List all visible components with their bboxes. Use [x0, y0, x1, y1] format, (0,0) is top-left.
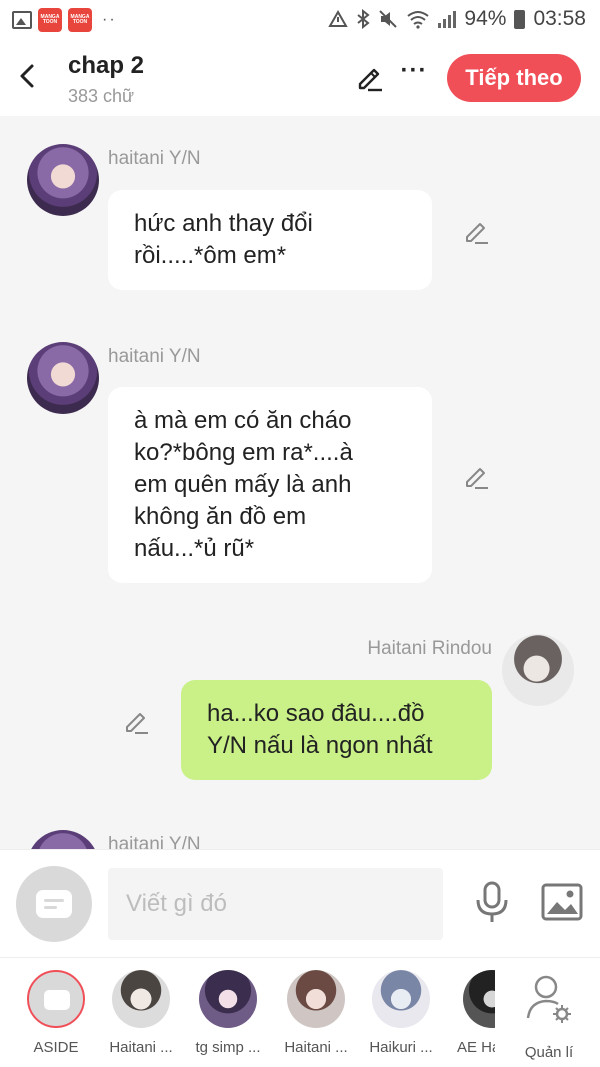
character-item[interactable]: Haitani ...	[273, 970, 359, 1056]
mangatoon-notification-icon: MANGA TOON	[68, 8, 92, 32]
character-avatar	[463, 970, 495, 1028]
microphone-icon[interactable]	[472, 880, 512, 926]
manage-characters-button[interactable]: Quản lí	[506, 970, 592, 1061]
battery-icon	[514, 9, 526, 29]
header: chap 2 383 chữ ··· Tiếp theo	[0, 40, 600, 116]
character-avatar	[199, 970, 257, 1028]
signal-icon	[438, 10, 457, 28]
mute-icon	[379, 10, 398, 28]
back-arrow-icon[interactable]	[18, 62, 38, 90]
message-line: không ăn đồ em	[134, 503, 307, 530]
message-line: ko?*bông em ra*....à	[134, 439, 353, 466]
message-input[interactable]	[108, 868, 443, 940]
avatar[interactable]	[27, 144, 99, 216]
message-line: em quên mấy là anh	[134, 471, 352, 498]
character-label: Haitani ...	[284, 1039, 348, 1056]
aside-avatar	[27, 970, 85, 1028]
status-bar: MANGA TOON MANGA TOON ·· 94% 03:58	[0, 0, 600, 40]
sender-name: haitani Y/N	[108, 834, 201, 849]
mangatoon-notification-icon: MANGA TOON	[38, 8, 62, 32]
message-line: rồi.....*ôm em*	[134, 242, 287, 269]
message-bubble[interactable]: à mà em có ăn cháo ko?*bông em ra*....à …	[108, 387, 432, 583]
composer	[0, 849, 600, 957]
edit-message-icon[interactable]	[122, 707, 150, 735]
word-count: 383 chữ	[68, 86, 135, 106]
wifi-icon	[407, 11, 430, 29]
next-chapter-button[interactable]: Tiếp theo	[447, 54, 581, 102]
character-label: Haitani ...	[109, 1039, 173, 1056]
message-bubble[interactable]: hức anh thay đổi rồi.....*ôm em*	[108, 190, 432, 290]
sender-name: haitani Y/N	[108, 148, 201, 169]
message-bubble[interactable]: ha...ko sao đâu....đồ Y/N nấu là ngon nh…	[181, 680, 492, 780]
character-label: AE Ha	[457, 1039, 495, 1056]
character-avatar	[287, 970, 345, 1028]
message-line: Y/N nấu là ngon nhất	[207, 732, 433, 759]
chat-area[interactable]: haitani Y/N hức anh thay đổi rồi.....*ôm…	[0, 116, 600, 849]
notification-icons: MANGA TOON MANGA TOON ··	[12, 8, 117, 32]
character-item[interactable]: Haitani ...	[98, 970, 184, 1056]
character-label: ASIDE	[33, 1039, 79, 1056]
avatar[interactable]	[27, 342, 99, 414]
chat-bubble-icon	[36, 890, 72, 918]
avatar[interactable]	[502, 634, 574, 706]
more-notifications-icon: ··	[102, 11, 117, 28]
character-item[interactable]: tg simp ...	[185, 970, 271, 1056]
character-label: Haikuri ...	[369, 1039, 433, 1056]
character-aside[interactable]: ASIDE	[13, 970, 99, 1056]
sender-name: haitani Y/N	[108, 346, 201, 367]
character-label: tg simp ...	[195, 1039, 261, 1056]
system-icons: 94% 03:58	[328, 7, 586, 31]
image-icon[interactable]	[540, 882, 584, 922]
avatar[interactable]	[27, 830, 99, 849]
message-line: à mà em có ăn cháo	[134, 407, 352, 434]
edit-message-icon[interactable]	[462, 217, 490, 245]
message-line: hức anh thay đổi	[134, 210, 313, 237]
character-item[interactable]: AE Ha	[443, 970, 495, 1056]
edit-icon[interactable]	[354, 62, 384, 92]
gallery-notification-icon	[12, 11, 32, 29]
battery-percent: 94%	[464, 7, 507, 30]
message-line: nấu...*ủ rũ*	[134, 535, 255, 562]
sender-name: Haitani Rindou	[367, 638, 492, 659]
more-icon[interactable]: ···	[400, 59, 428, 92]
edit-message-icon[interactable]	[462, 462, 490, 490]
character-avatar	[112, 970, 170, 1028]
character-bar: ASIDE Haitani ... tg simp ... Haitani ..…	[0, 957, 600, 1067]
aside-toggle-button[interactable]	[16, 866, 92, 942]
page-title: chap 2	[68, 52, 145, 79]
clock: 03:58	[533, 7, 586, 30]
message-line: ha...ko sao đâu....đồ	[207, 700, 425, 727]
data-saver-icon	[328, 9, 349, 27]
character-item[interactable]: Haikuri ...	[358, 970, 444, 1056]
character-avatar	[372, 970, 430, 1028]
bluetooth-icon	[357, 9, 371, 29]
character-label: Quản lí	[524, 1044, 574, 1061]
user-settings-icon	[526, 975, 571, 1023]
